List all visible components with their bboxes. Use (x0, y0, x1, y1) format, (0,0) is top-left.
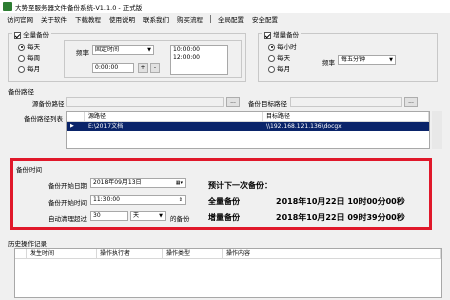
radio-daily[interactable] (18, 43, 25, 51)
row-indicator-header (15, 249, 27, 258)
menu-item-usage[interactable]: 使用说明 (105, 14, 139, 24)
auto-clean-input[interactable]: 30 (90, 211, 128, 221)
path-list-header: 源路径 目标路径 (67, 112, 429, 122)
full-backup-option-weekly[interactable]: 每周 (18, 52, 40, 62)
add-time-button[interactable]: + (138, 63, 148, 73)
incremental-frequency-select[interactable]: 每五分钟 ▼ (338, 55, 396, 65)
chevron-down-icon: ▼ (147, 47, 151, 53)
menu-item-purchase[interactable]: 购买流程 (173, 14, 207, 24)
full-backup-option-monthly[interactable]: 每月 (18, 63, 40, 73)
full-frequency-value: 固定时间 (95, 46, 120, 53)
menu-item-security-config[interactable]: 安全配置 (248, 14, 282, 24)
menu-item-contact[interactable]: 联系我们 (139, 14, 173, 24)
radio-monthly[interactable] (18, 65, 25, 73)
chevron-down-icon: ▼ (389, 57, 393, 63)
option-hourly-label: 每小时 (277, 43, 297, 51)
start-time-input[interactable]: 11:30:00 ⇕ (90, 195, 186, 205)
incremental-option-hourly[interactable]: 每小时 (268, 41, 297, 51)
option-incr-monthly-label: 每月 (277, 65, 291, 73)
next-backup-label: 预计下一次备份： (208, 181, 272, 190)
option-weekly-label: 每周 (27, 54, 41, 62)
row-source-cell: E:\2017文档 (88, 123, 124, 130)
target-browse-button[interactable]: ... (404, 97, 418, 107)
column-header-time[interactable]: 发生时间 (27, 249, 97, 258)
auto-clean-unit-select[interactable]: 天 ▼ (130, 211, 166, 221)
column-header-target[interactable]: 目标路径 (263, 112, 429, 121)
full-time-list[interactable]: 10:00:00 12:00:00 (170, 45, 228, 75)
full-time-value: 0:00:00 (95, 64, 119, 71)
incremental-backup-checkbox[interactable] (264, 31, 271, 39)
radio-weekly[interactable] (18, 54, 25, 62)
source-browse-button[interactable]: ... (226, 97, 240, 107)
incremental-frequency-label: 频率 (322, 59, 335, 67)
start-date-picker[interactable]: 2018年09月13日 ▦▾ (90, 178, 186, 188)
app-icon (3, 2, 12, 11)
row-pointer-icon: ▶ (70, 123, 74, 129)
incremental-option-daily[interactable]: 每天 (268, 52, 290, 62)
path-list-label: 备份路径列表 (24, 115, 63, 123)
incr-next-label: 增量备份 (208, 213, 240, 222)
full-backup-label: 全量备份 (23, 31, 50, 39)
source-path-input[interactable] (66, 97, 224, 107)
title-bar: 大势至服务器文件备份系统-V1.1.0 - 正式版 (0, 0, 450, 13)
menu-item-global-config[interactable]: 全局配置 (214, 14, 248, 24)
menu-item-download-tutorial[interactable]: 下载教程 (71, 14, 105, 24)
backup-time-section-label: 备份时间 (16, 166, 42, 174)
incr-next-value: 2018年10月22日 09时39分00秒 (276, 213, 405, 222)
full-frequency-label: 频率 (76, 49, 89, 57)
incremental-option-monthly[interactable]: 每月 (268, 63, 290, 73)
start-date-label: 备份开始日期 (48, 182, 87, 190)
path-list-grid[interactable]: 源路径 目标路径 ▶ E:\2017文档 \\192.168.121.136\d… (66, 111, 430, 149)
full-backup-header: 全量备份 (12, 29, 52, 39)
table-row[interactable]: ▶ E:\2017文档 \\192.168.121.136\docgx (67, 122, 429, 131)
incremental-backup-header: 增量备份 (262, 29, 302, 39)
row-target-cell: \\192.168.121.136\docgx (266, 123, 342, 130)
target-path-label: 备份目标路径 (248, 100, 287, 108)
row-indicator-header (67, 112, 85, 121)
full-backup-checkbox[interactable] (14, 31, 21, 39)
incremental-frequency-value: 每五分钟 (341, 56, 366, 63)
window-title: 大势至服务器文件备份系统-V1.1.0 - 正式版 (15, 3, 143, 12)
history-grid[interactable]: 发生时间 操作执行者 操作类型 操作内容 (14, 248, 442, 298)
menu-item-official-site[interactable]: 访问官网 (3, 14, 37, 24)
radio-hourly[interactable] (268, 43, 275, 51)
option-daily-label: 每天 (27, 43, 41, 51)
option-monthly-label: 每月 (27, 65, 41, 73)
start-date-value: 2018年09月13日 (93, 179, 142, 186)
full-frequency-select[interactable]: 固定时间 ▼ (92, 45, 154, 55)
auto-clean-suffix: 的备份 (170, 215, 190, 223)
remove-time-button[interactable]: - (150, 63, 160, 73)
full-next-value: 2018年10月22日 10时00分00秒 (276, 197, 405, 206)
time-list-item[interactable]: 10:00:00 (173, 46, 225, 54)
menu-separator (210, 15, 211, 23)
calendar-icon[interactable]: ▦▾ (176, 179, 183, 187)
menu-item-about[interactable]: 关于软件 (37, 14, 71, 24)
incremental-backup-label: 增量备份 (273, 31, 300, 39)
auto-clean-label: 自动清理超过 (48, 215, 87, 223)
start-time-label: 备份开始时间 (48, 199, 87, 207)
column-header-source[interactable]: 源路径 (85, 112, 263, 121)
auto-clean-unit-value: 天 (133, 212, 140, 219)
column-header-operator[interactable]: 操作执行者 (97, 249, 163, 258)
backup-path-section-label: 备份路径 (8, 88, 34, 96)
time-list-item[interactable]: 12:00:00 (173, 54, 225, 62)
menu-bar: 访问官网 关于软件 下载教程 使用说明 联系我们 购买流程 全局配置 安全配置 (0, 13, 450, 25)
start-time-value: 11:30:00 (93, 196, 120, 203)
full-time-input[interactable]: 0:00:00 (92, 63, 134, 73)
column-header-type[interactable]: 操作类型 (163, 249, 223, 258)
radio-incr-monthly[interactable] (268, 65, 275, 73)
full-backup-option-daily[interactable]: 每天 (18, 41, 40, 51)
scrollbar[interactable] (432, 111, 442, 149)
option-incr-daily-label: 每天 (277, 54, 291, 62)
target-path-input[interactable] (290, 97, 402, 107)
radio-incr-daily[interactable] (268, 54, 275, 62)
column-header-content[interactable]: 操作内容 (223, 249, 441, 258)
history-header: 发生时间 操作执行者 操作类型 操作内容 (15, 249, 441, 259)
source-path-label: 源备份路径 (32, 100, 65, 108)
history-section-label: 历史操作记录 (8, 240, 47, 248)
spinner-icon[interactable]: ⇕ (179, 196, 183, 204)
chevron-down-icon: ▼ (159, 213, 163, 219)
full-next-label: 全量备份 (208, 197, 240, 206)
